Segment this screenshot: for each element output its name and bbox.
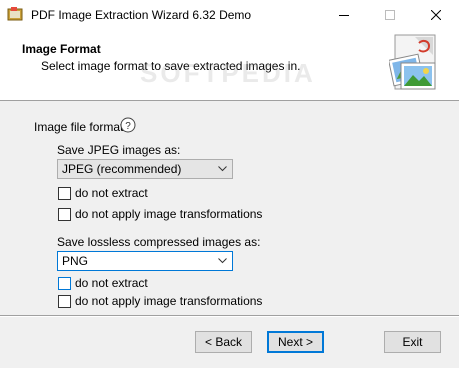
- jpeg-format-select[interactable]: JPEG (recommended): [57, 159, 233, 179]
- jpeg-no-transform-checkbox[interactable]: [58, 208, 71, 221]
- chevron-down-icon: [218, 166, 227, 172]
- lossless-format-select[interactable]: PNG: [57, 251, 233, 271]
- minimize-button[interactable]: [321, 0, 367, 30]
- back-button[interactable]: < Back: [195, 331, 252, 353]
- back-button-label: < Back: [204, 335, 243, 349]
- lossless-format-label: Save lossless compressed images as:: [57, 235, 261, 249]
- jpeg-format-value: JPEG (recommended): [62, 162, 182, 176]
- jpeg-do-not-extract-label: do not extract: [75, 186, 148, 200]
- chevron-down-icon: [218, 258, 227, 264]
- app-icon: [7, 7, 23, 21]
- next-button-label: Next >: [277, 335, 313, 349]
- title-bar: PDF Image Extraction Wizard 6.32 Demo: [0, 0, 459, 30]
- close-button[interactable]: [413, 0, 459, 30]
- next-button[interactable]: Next >: [267, 331, 324, 353]
- page-subtitle: Select image format to save extracted im…: [41, 59, 301, 73]
- exit-button[interactable]: Exit: [384, 331, 441, 353]
- page-title: Image Format: [22, 42, 101, 56]
- image-document-icon: [389, 34, 436, 90]
- jpeg-do-not-extract-checkbox[interactable]: [58, 187, 71, 200]
- close-icon: [431, 10, 441, 20]
- lossless-no-transform-label: do not apply image transformations: [75, 294, 263, 308]
- help-icon[interactable]: ?: [120, 117, 136, 133]
- svg-text:?: ?: [125, 121, 131, 132]
- wizard-header: Image Format Select image format to save…: [0, 30, 459, 101]
- exit-button-label: Exit: [402, 335, 423, 349]
- footer-divider: [0, 315, 459, 317]
- minimize-icon: [339, 15, 349, 16]
- jpeg-format-label: Save JPEG images as:: [57, 143, 181, 157]
- jpeg-no-transform-label: do not apply image transformations: [75, 207, 263, 221]
- image-file-formats-label: Image file formats: [34, 120, 130, 134]
- lossless-do-not-extract-checkbox[interactable]: [58, 277, 71, 290]
- lossless-format-value: PNG: [62, 254, 89, 268]
- lossless-do-not-extract-label: do not extract: [75, 276, 148, 290]
- window-title: PDF Image Extraction Wizard 6.32 Demo: [31, 8, 252, 22]
- maximize-button[interactable]: [367, 0, 413, 30]
- lossless-no-transform-checkbox[interactable]: [58, 295, 71, 308]
- maximize-icon: [385, 10, 395, 20]
